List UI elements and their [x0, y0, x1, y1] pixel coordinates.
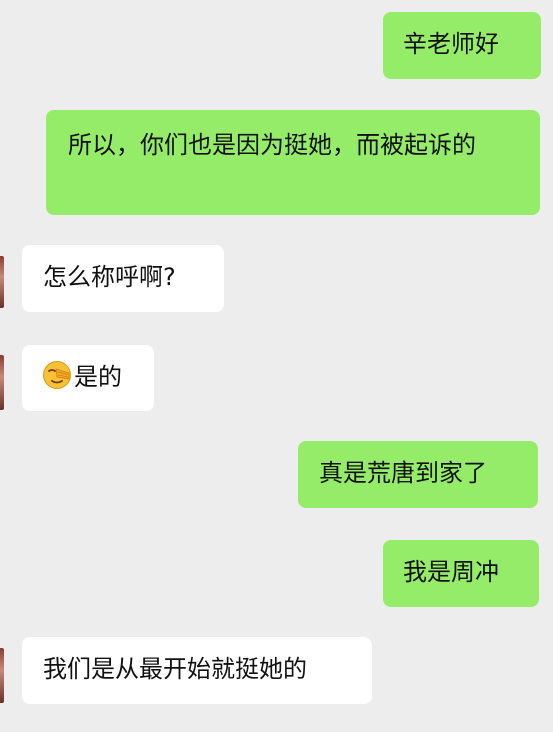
received-message-bubble[interactable]: 怎么称呼啊? [22, 245, 224, 312]
sent-message-bubble[interactable]: 辛老师好 [383, 12, 541, 79]
message-text: 是的 [74, 363, 122, 391]
message-text: 我是周冲 [403, 558, 499, 586]
sent-message-bubble[interactable]: 所以，你们也是因为挺她，而被起诉的 [46, 110, 540, 215]
message-text: 真是荒唐到家了 [319, 459, 487, 487]
contact-avatar[interactable] [0, 355, 4, 410]
received-message-bubble[interactable]: 我们是从最开始就挺她的 [22, 637, 372, 704]
received-message-bubble[interactable]: 是的 [22, 345, 154, 411]
sent-message-bubble[interactable]: 真是荒唐到家了 [298, 441, 538, 508]
message-text: 怎么称呼啊? [43, 263, 176, 291]
facepalm-emoji-icon [42, 360, 72, 390]
message-text: 辛老师好 [403, 30, 499, 58]
sent-message-bubble[interactable]: 我是周冲 [383, 540, 539, 607]
message-text: 所以，你们也是因为挺她，而被起诉的 [68, 131, 476, 159]
contact-avatar[interactable] [0, 648, 4, 703]
contact-avatar[interactable] [0, 256, 4, 308]
message-text: 我们是从最开始就挺她的 [43, 655, 307, 683]
